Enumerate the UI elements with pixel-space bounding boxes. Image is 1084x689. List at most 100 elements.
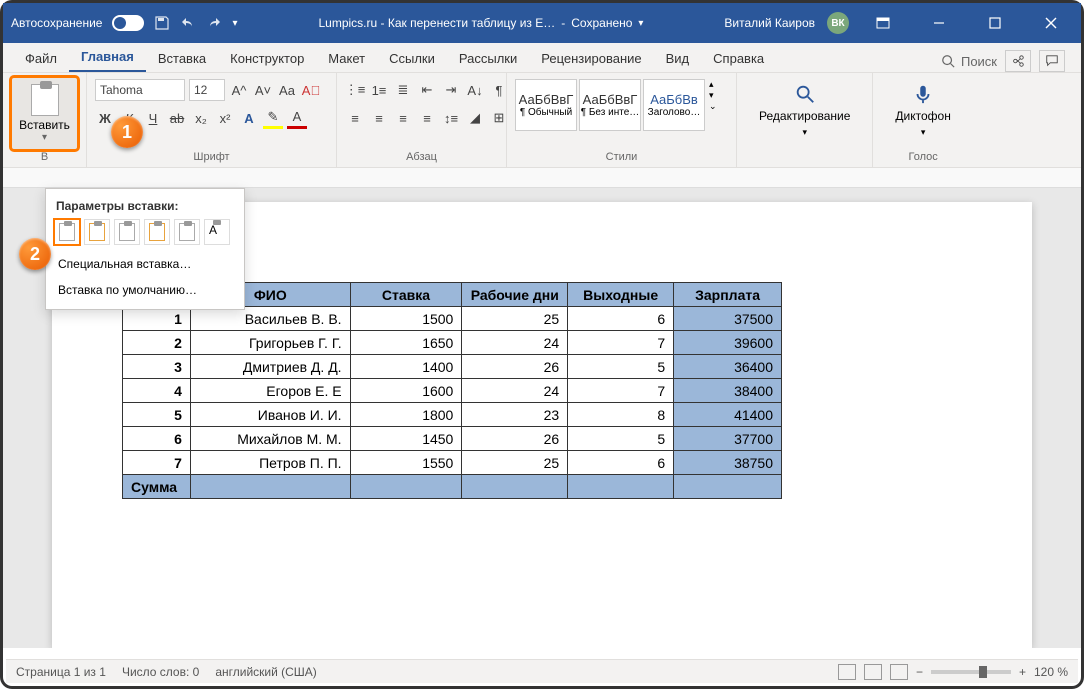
cell-num: 5: [123, 403, 191, 427]
shading-icon[interactable]: ◢: [465, 107, 485, 129]
cell-name: Григорьев Г. Г.: [190, 331, 350, 355]
paste-link-keep-formatting[interactable]: [114, 219, 140, 245]
search-box[interactable]: Поиск: [941, 54, 997, 69]
share-button[interactable]: [1005, 50, 1031, 72]
style-no-spacing[interactable]: АаБбВвГ¶ Без инте…: [579, 79, 641, 131]
change-case-icon[interactable]: Aa: [277, 79, 297, 101]
numbering-icon[interactable]: 1≡: [369, 79, 389, 101]
clear-formatting-icon[interactable]: A⃠: [301, 79, 321, 101]
paste-special-menuitem[interactable]: Специальная вставка…: [46, 251, 244, 277]
close-button[interactable]: [1029, 8, 1073, 38]
zoom-slider[interactable]: [931, 670, 1011, 674]
cell-days: 24: [462, 331, 568, 355]
cell-off: 6: [568, 451, 674, 475]
ribbon: Вставить ▾ В Tahoma 12 A^ A˅ Aa A⃠ Ж К Ч…: [3, 73, 1081, 168]
sum-label: Сумма: [123, 475, 191, 499]
tab-insert[interactable]: Вставка: [146, 45, 218, 72]
superscript-button[interactable]: x²: [215, 107, 235, 129]
borders-icon[interactable]: ⊞: [489, 107, 509, 129]
save-icon[interactable]: [154, 15, 170, 31]
tab-design[interactable]: Конструктор: [218, 45, 316, 72]
avatar[interactable]: ВК: [827, 12, 849, 34]
print-layout-icon[interactable]: [864, 664, 882, 680]
cell-salary: 39600: [674, 331, 782, 355]
show-marks-icon[interactable]: ¶: [489, 79, 509, 101]
tab-references[interactable]: Ссылки: [377, 45, 447, 72]
sort-icon[interactable]: A↓: [465, 79, 485, 101]
font-size-select[interactable]: 12: [189, 79, 225, 101]
dictate-button[interactable]: Диктофон ▾: [881, 77, 964, 144]
paragraph-group-label: Абзац: [345, 151, 498, 165]
style-normal[interactable]: АаБбВвГ¶ Обычный: [515, 79, 577, 131]
user-name[interactable]: Виталий Каиров: [724, 16, 815, 30]
zoom-level[interactable]: 120 %: [1034, 665, 1068, 679]
align-center-icon[interactable]: ≡: [369, 107, 389, 129]
subscript-button[interactable]: x₂: [191, 107, 211, 129]
tab-file[interactable]: Файл: [13, 45, 69, 72]
strikethrough-button[interactable]: ab: [167, 107, 187, 129]
paste-link-use-destination[interactable]: [144, 219, 170, 245]
tab-mailings[interactable]: Рассылки: [447, 45, 529, 72]
word-count[interactable]: Число слов: 0: [122, 665, 199, 679]
search-icon: [941, 54, 955, 68]
set-default-paste-menuitem[interactable]: Вставка по умолчанию…: [46, 277, 244, 303]
cell-rate: 1800: [350, 403, 462, 427]
paste-keep-source-formatting[interactable]: [54, 219, 80, 245]
editing-button[interactable]: Редактирование ▾: [745, 77, 864, 144]
cell-days: 26: [462, 427, 568, 451]
page-indicator[interactable]: Страница 1 из 1: [16, 665, 106, 679]
align-left-icon[interactable]: ≡: [345, 107, 365, 129]
paste-use-destination-styles[interactable]: [84, 219, 110, 245]
paste-text-only[interactable]: A: [204, 219, 230, 245]
align-right-icon[interactable]: ≡: [393, 107, 413, 129]
cell-off: 7: [568, 331, 674, 355]
autosave-toggle[interactable]: [112, 15, 144, 31]
cell-name: Дмитриев Д. Д.: [190, 355, 350, 379]
minimize-button[interactable]: [917, 8, 961, 38]
line-spacing-icon[interactable]: ↕≡: [441, 107, 461, 129]
undo-icon[interactable]: [180, 15, 196, 31]
highlight-icon[interactable]: ✎: [263, 107, 283, 129]
ribbon-display-icon[interactable]: [861, 8, 905, 38]
cell-days: 24: [462, 379, 568, 403]
cell-rate: 1600: [350, 379, 462, 403]
font-name-select[interactable]: Tahoma: [95, 79, 185, 101]
bullets-icon[interactable]: ⋮≡: [345, 79, 365, 101]
language-indicator[interactable]: английский (США): [215, 665, 316, 679]
autosave-label: Автосохранение: [11, 16, 102, 30]
redo-icon[interactable]: [206, 15, 222, 31]
title-bar: Автосохранение ▾ Lumpics.ru - Как перене…: [3, 3, 1081, 43]
cell-salary: 41400: [674, 403, 782, 427]
web-layout-icon[interactable]: [890, 664, 908, 680]
zoom-out-button[interactable]: −: [916, 665, 923, 679]
paste-picture[interactable]: [174, 219, 200, 245]
cell-num: 7: [123, 451, 191, 475]
style-heading1[interactable]: АаБбВвЗаголово…: [643, 79, 705, 131]
cell-off: 5: [568, 427, 674, 451]
cell-num: 1: [123, 307, 191, 331]
decrease-indent-icon[interactable]: ⇤: [417, 79, 437, 101]
maximize-button[interactable]: [973, 8, 1017, 38]
tab-view[interactable]: Вид: [654, 45, 702, 72]
data-table: № ФИО Ставка Рабочие дни Выходные Зарпла…: [122, 282, 782, 499]
justify-icon[interactable]: ≡: [417, 107, 437, 129]
zoom-in-button[interactable]: +: [1019, 665, 1026, 679]
multilevel-icon[interactable]: ≣: [393, 79, 413, 101]
tab-layout[interactable]: Макет: [316, 45, 377, 72]
comments-button[interactable]: [1039, 50, 1065, 72]
read-mode-icon[interactable]: [838, 664, 856, 680]
cell-salary: 36400: [674, 355, 782, 379]
styles-group-label: Стили: [515, 151, 728, 165]
decrease-font-icon[interactable]: A˅: [253, 79, 273, 101]
font-color-icon[interactable]: A: [287, 107, 307, 129]
tab-help[interactable]: Справка: [701, 45, 776, 72]
text-effects-icon[interactable]: A: [239, 107, 259, 129]
increase-font-icon[interactable]: A^: [229, 79, 249, 101]
styles-gallery-expand[interactable]: ▴▾⌄: [707, 79, 717, 112]
cell-num: 6: [123, 427, 191, 451]
tab-review[interactable]: Рецензирование: [529, 45, 653, 72]
paste-button[interactable]: Вставить ▾: [11, 77, 78, 150]
tab-home[interactable]: Главная: [69, 43, 146, 72]
increase-indent-icon[interactable]: ⇥: [441, 79, 461, 101]
underline-button[interactable]: Ч: [143, 107, 163, 129]
